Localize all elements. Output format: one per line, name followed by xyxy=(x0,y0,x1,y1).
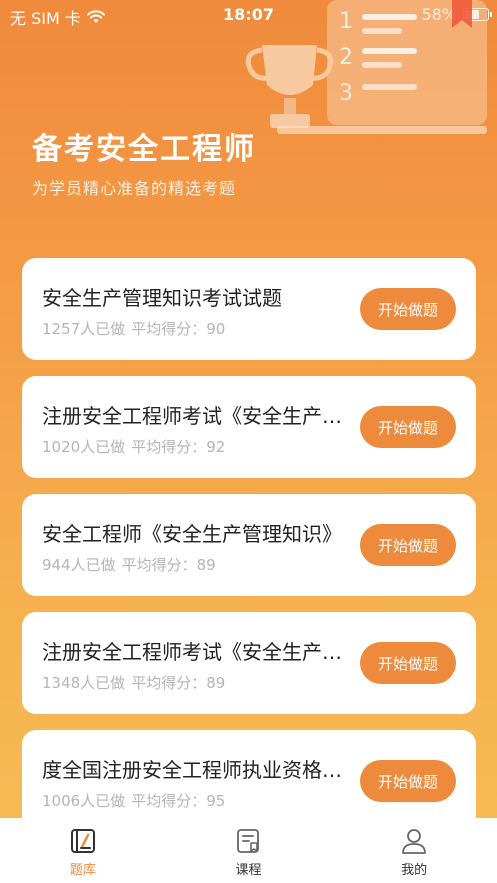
exam-card[interactable]: 安全工程师《安全生产管理知识》 944人已做 平均得分：89 开始做题 xyxy=(22,494,476,596)
exam-card[interactable]: 注册安全工程师考试《安全生产技术》 1348人已做 平均得分：89 开始做题 xyxy=(22,612,476,714)
start-exam-button[interactable]: 开始做题 xyxy=(360,406,456,448)
start-exam-button[interactable]: 开始做题 xyxy=(360,760,456,802)
exam-avg-score: 平均得分：95 xyxy=(131,792,226,810)
exam-title: 度全国注册安全工程师执业资格考试 xyxy=(42,758,342,782)
hero-subtitle: 为学员精心准备的精选考题 xyxy=(32,179,237,198)
exam-avg-score: 平均得分：89 xyxy=(121,556,216,574)
tab-course[interactable]: 课程 xyxy=(188,827,308,878)
exam-meta: 944人已做 平均得分：89 xyxy=(42,554,216,575)
exam-title: 注册安全工程师考试《安全生产管理知识》 xyxy=(42,404,342,428)
tab-label: 我的 xyxy=(401,863,428,878)
start-exam-button[interactable]: 开始做题 xyxy=(360,524,456,566)
tab-bar: 题库 课程 我的 xyxy=(0,818,497,883)
start-exam-button[interactable]: 开始做题 xyxy=(360,288,456,330)
svg-text:3: 3 xyxy=(339,81,353,106)
exam-avg-score: 平均得分：89 xyxy=(131,674,226,692)
tab-question-bank[interactable]: 题库 xyxy=(23,827,143,878)
tab-label: 课程 xyxy=(235,863,262,878)
exam-participants: 1020人已做 xyxy=(42,438,126,456)
exam-participants: 1006人已做 xyxy=(42,792,126,810)
exam-title: 注册安全工程师考试《安全生产技术》 xyxy=(42,640,342,664)
exam-card[interactable]: 注册安全工程师考试《安全生产管理知识》 1020人已做 平均得分：92 开始做题 xyxy=(22,376,476,478)
exam-title: 安全生产管理知识考试试题 xyxy=(42,286,282,310)
exam-card[interactable]: 安全生产管理知识考试试题 1257人已做 平均得分：90 开始做题 xyxy=(22,258,476,360)
profile-icon xyxy=(402,829,427,854)
exam-card[interactable]: 度全国注册安全工程师执业资格考试 1006人已做 平均得分：95 开始做题 xyxy=(22,730,476,832)
exam-meta: 1020人已做 平均得分：92 xyxy=(42,436,225,457)
exam-avg-score: 平均得分：90 xyxy=(131,320,226,338)
course-icon xyxy=(237,829,260,853)
question-bank-icon xyxy=(70,829,95,853)
exam-participants: 1348人已做 xyxy=(42,674,126,692)
exam-list: 安全生产管理知识考试试题 1257人已做 平均得分：90 开始做题 注册安全工程… xyxy=(22,258,476,848)
tab-label: 题库 xyxy=(69,863,96,878)
svg-text:1: 1 xyxy=(339,9,353,34)
svg-text:2: 2 xyxy=(339,45,353,70)
hero-title: 备考安全工程师 xyxy=(32,132,256,167)
exam-avg-score: 平均得分：92 xyxy=(131,438,226,456)
exam-meta: 1006人已做 平均得分：95 xyxy=(42,790,225,811)
exam-title: 安全工程师《安全生产管理知识》 xyxy=(42,522,342,546)
tab-profile[interactable]: 我的 xyxy=(354,827,474,878)
trophy-illustration: 1 2 3 xyxy=(245,0,487,134)
exam-participants: 1257人已做 xyxy=(42,320,126,338)
exam-meta: 1257人已做 平均得分：90 xyxy=(42,318,225,339)
exam-participants: 944人已做 xyxy=(42,556,116,574)
exam-meta: 1348人已做 平均得分：89 xyxy=(42,672,225,693)
start-exam-button[interactable]: 开始做题 xyxy=(360,642,456,684)
